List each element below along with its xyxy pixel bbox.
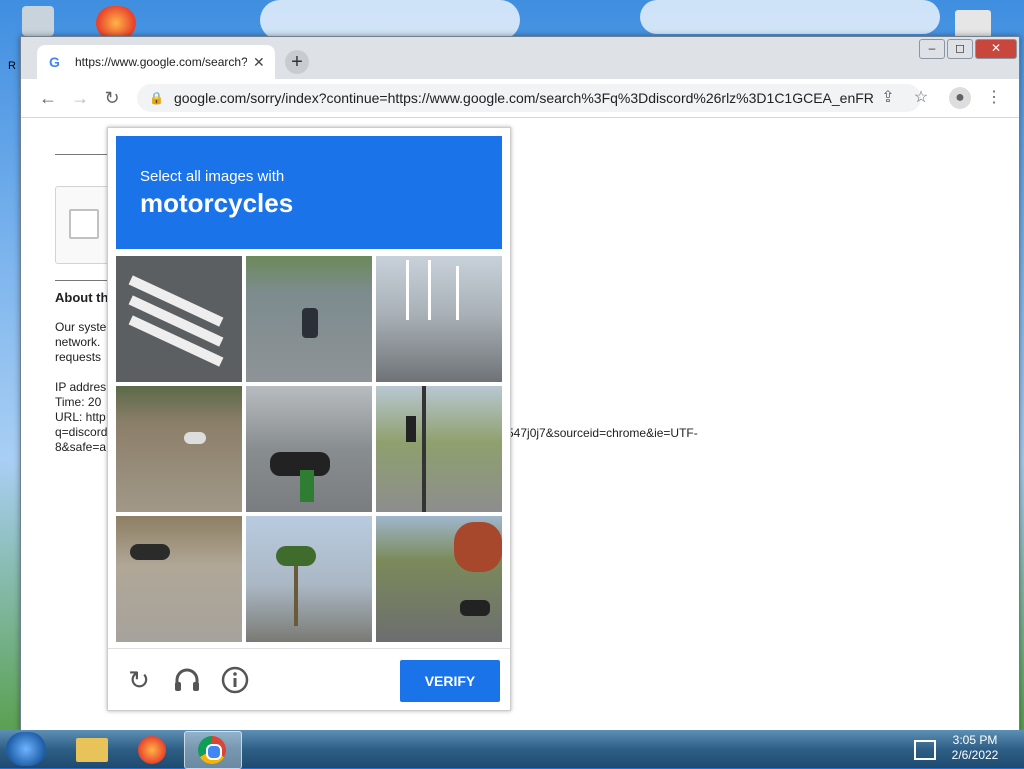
cloud [640, 0, 940, 34]
reload-icon[interactable]: ↻ [101, 87, 123, 109]
chrome-taskbar-icon[interactable] [184, 731, 242, 769]
recycle-bin-icon[interactable] [22, 6, 54, 36]
maximize-button[interactable]: ◻ [947, 39, 973, 59]
share-icon[interactable]: ⇪ [877, 87, 899, 109]
captcha-tile-dirt-lot[interactable] [116, 386, 242, 512]
firefox-taskbar-icon[interactable] [124, 731, 180, 767]
star-icon[interactable]: ☆ [910, 87, 932, 109]
url-line: URL: http [55, 410, 106, 424]
captcha-dialog: Select all images with motorcycles ↻ VER… [107, 127, 511, 711]
tab-title: https://www.google.com/search? [75, 55, 247, 69]
info-icon[interactable] [220, 665, 250, 695]
safe-line: 8&safe=a [55, 440, 107, 454]
captcha-target: motorcycles [140, 188, 294, 218]
browser-window: G https://www.google.com/search? ✕ + – ◻… [20, 36, 1020, 732]
divider [55, 280, 115, 281]
close-tab-icon[interactable]: ✕ [253, 54, 265, 71]
plus-icon[interactable]: + [285, 50, 309, 74]
profile-icon[interactable]: ● [949, 87, 971, 109]
ip-line: IP addres [55, 380, 107, 394]
lock-icon: 🔒 [149, 91, 164, 105]
menu-dots-icon[interactable]: ⋮ [983, 87, 1005, 109]
captcha-tile-street[interactable] [376, 516, 502, 642]
query-line: q=discord [55, 425, 108, 439]
reload-challenge-icon[interactable]: ↻ [124, 665, 154, 695]
captcha-tile-motorcycle-road[interactable] [246, 256, 372, 382]
taskbar: 3:05 PM 2/6/2022 [0, 730, 1024, 769]
back-arrow-icon[interactable]: ← [37, 87, 59, 109]
captcha-instruction: Select all images with [140, 168, 285, 185]
divider [55, 154, 115, 155]
address-url[interactable]: google.com/sorry/index?continue=https://… [174, 90, 874, 106]
verify-button[interactable]: VERIFY [400, 660, 500, 702]
clock-time: 3:05 PM [952, 733, 998, 747]
captcha-tile-traffic-light[interactable] [376, 386, 502, 512]
paragraph-line: network. [55, 335, 101, 349]
desktop-file-icon[interactable] [955, 10, 991, 38]
info-paragraph: Our syste network. requests [55, 320, 106, 365]
tab-strip: G https://www.google.com/search? ✕ + – ◻… [21, 37, 1019, 79]
browser-toolbar: ← → ↻ 🔒 google.com/sorry/index?continue=… [21, 79, 1019, 118]
captcha-tile-palm-trees[interactable] [246, 516, 372, 642]
captcha-tile-motorcycle-dirt[interactable] [116, 516, 242, 642]
captcha-tile-parked-motorcycles[interactable] [246, 386, 372, 512]
clock-date: 2/6/2022 [951, 748, 999, 762]
captcha-tile-bridge[interactable] [376, 256, 502, 382]
cloud [260, 0, 520, 40]
address-bar[interactable]: 🔒 google.com/sorry/index?continue=https:… [137, 84, 921, 112]
captcha-footer: ↻ VERIFY [108, 648, 510, 711]
system-clock[interactable]: 3:05 PM 2/6/2022 [940, 733, 1010, 763]
desktop-icon-label: R [8, 60, 16, 72]
captcha-tile-crosswalk[interactable] [116, 256, 242, 382]
paragraph-line: requests [55, 350, 102, 364]
audio-challenge-icon[interactable] [172, 665, 202, 695]
forward-arrow-icon[interactable]: → [69, 87, 91, 109]
time-line: Time: 20 [55, 395, 102, 409]
about-heading: About th [55, 290, 109, 305]
network-icon[interactable] [914, 740, 936, 760]
request-details: IP addres Time: 20 URL: http q=discord 8… [55, 380, 107, 455]
browser-tab[interactable]: G https://www.google.com/search? ✕ [37, 45, 275, 79]
minimize-button[interactable]: – [919, 39, 945, 59]
start-button[interactable] [6, 732, 46, 766]
firefox-desktop-icon[interactable] [96, 6, 136, 40]
recaptcha-checkbox[interactable] [69, 209, 99, 239]
url-fragment: 547j0j7&sourceid=chrome&ie=UTF- [507, 426, 698, 440]
paragraph-line: Our syste [55, 320, 107, 334]
close-window-button[interactable]: ✕ [975, 39, 1017, 59]
captcha-header: Select all images with motorcycles [116, 136, 502, 249]
file-explorer-icon[interactable] [64, 731, 120, 767]
google-favicon-icon: G [49, 54, 60, 70]
